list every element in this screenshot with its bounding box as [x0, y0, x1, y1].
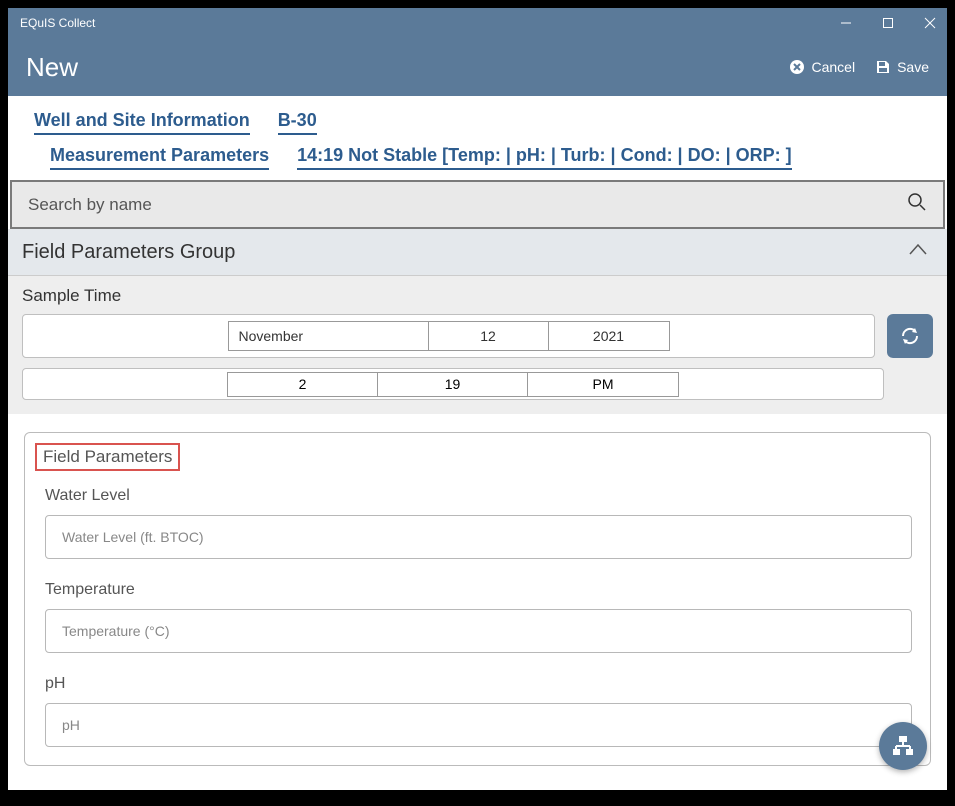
app-window: EQuIS Collect New Cancel Save	[8, 8, 947, 790]
breadcrumb-location[interactable]: B-30	[278, 110, 317, 135]
hierarchy-icon	[890, 733, 916, 759]
field-parameters-header: Field Parameters	[35, 443, 180, 471]
time-ampm[interactable]: PM	[528, 373, 678, 396]
search-input[interactable]	[28, 195, 907, 215]
toolbar: New Cancel Save	[8, 38, 947, 96]
water-level-label: Water Level	[45, 487, 912, 505]
sample-time-label: Sample Time	[22, 286, 933, 306]
save-label: Save	[897, 59, 929, 75]
close-button[interactable]	[923, 16, 937, 30]
date-year[interactable]: 2021	[549, 322, 669, 350]
breadcrumb-row-2: Measurement Parameters 14:19 Not Stable …	[8, 139, 947, 178]
temperature-input[interactable]	[45, 609, 912, 653]
breadcrumb-wellsite[interactable]: Well and Site Information	[34, 110, 250, 135]
cancel-label: Cancel	[811, 59, 855, 75]
time-minute[interactable]: 19	[378, 373, 528, 396]
cancel-icon	[789, 59, 805, 75]
date-picker[interactable]: November 12 2021	[22, 314, 875, 358]
refresh-button[interactable]	[887, 314, 933, 358]
breadcrumb-status[interactable]: 14:19 Not Stable [Temp: | pH: | Turb: | …	[297, 145, 792, 170]
search-bar	[10, 180, 945, 229]
ph-label: pH	[45, 675, 912, 693]
field-parameters-box: Field Parameters Water Level Temperature…	[24, 432, 931, 766]
date-month[interactable]: November	[229, 322, 429, 350]
water-level-input[interactable]	[45, 515, 912, 559]
chevron-up-icon	[907, 239, 929, 266]
maximize-button[interactable]	[881, 16, 895, 30]
save-button[interactable]: Save	[875, 59, 929, 75]
app-title: EQuIS Collect	[20, 16, 95, 30]
sample-time-section: Sample Time November 12 2021	[8, 276, 947, 414]
refresh-icon	[899, 325, 921, 347]
breadcrumb-measurement-params[interactable]: Measurement Parameters	[50, 145, 269, 170]
temperature-label: Temperature	[45, 581, 912, 599]
cancel-button[interactable]: Cancel	[789, 59, 855, 75]
minimize-button[interactable]	[839, 16, 853, 30]
fab-button[interactable]	[879, 722, 927, 770]
time-hour[interactable]: 2	[228, 373, 378, 396]
time-picker[interactable]: 2 19 PM	[22, 368, 884, 400]
ph-input[interactable]	[45, 703, 912, 747]
breadcrumb-row-1: Well and Site Information B-30	[8, 96, 947, 139]
group-header[interactable]: Field Parameters Group	[8, 229, 947, 276]
titlebar: EQuIS Collect	[8, 8, 947, 38]
search-icon[interactable]	[907, 192, 927, 217]
date-day[interactable]: 12	[429, 322, 549, 350]
group-header-title: Field Parameters Group	[22, 241, 235, 264]
page-title: New	[26, 52, 78, 83]
save-icon	[875, 59, 891, 75]
